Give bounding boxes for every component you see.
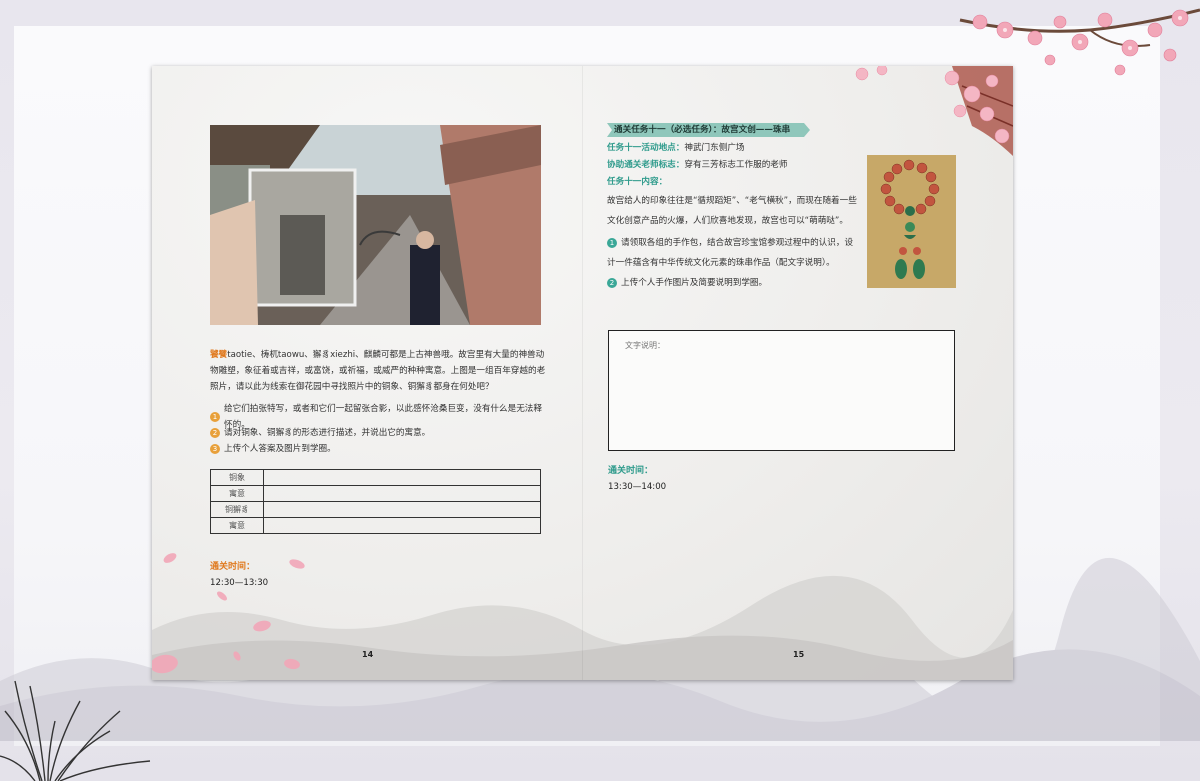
textbox-label: 文字说明： bbox=[625, 341, 665, 350]
table-row: 铜獬豸 bbox=[210, 501, 541, 518]
left-task-text: 上传个人答案及图片到学圈。 bbox=[224, 444, 336, 454]
intro-text: taotie、梼杌taowu、獬豸xiezhi、麒麟可都是上古神兽哦。故宫里有大… bbox=[210, 350, 546, 392]
content-label: 任务十一内容： bbox=[607, 177, 668, 187]
table-row: 寓意 bbox=[210, 517, 541, 534]
page-number-right: 15 bbox=[793, 650, 805, 659]
location-value: 神武门东侧广场 bbox=[684, 143, 745, 153]
right-time-block: 通关时间： 13:30—14:00 bbox=[608, 463, 666, 492]
intro-paragraph: 饕餮taotie、梼杌taowu、獬豸xiezhi、麒麟可都是上古神兽哦。故宫里… bbox=[210, 347, 546, 395]
time-title: 通关时间： bbox=[608, 466, 654, 476]
time-value: 13:30—14:00 bbox=[608, 482, 667, 492]
petal-decoration bbox=[152, 553, 305, 674]
table-row: 寓意 bbox=[210, 485, 541, 502]
task-banner-label-wrap: 通关任务十一（必选任务）：故宫文创——珠串 bbox=[607, 123, 810, 137]
number-badge-icon: 2 bbox=[607, 278, 617, 288]
location-line: 任务十一活动地点：神武门东侧广场 bbox=[607, 140, 857, 157]
teacher-value: 穿有三芳标志工作服的老师 bbox=[684, 160, 788, 170]
brochure-spread: 饕餮taotie、梼杌taowu、獬豸xiezhi、麒麟可都是上古神兽哦。故宫里… bbox=[152, 66, 1013, 680]
book-spine bbox=[582, 66, 583, 680]
task-banner-title: 通关任务十一（必选任务）：故宫文创——珠串 bbox=[614, 125, 791, 135]
number-badge-icon: 1 bbox=[607, 238, 617, 248]
left-task-text: 请对铜象、铜獬豸的形态进行描述，并说出它的寓意。 bbox=[224, 428, 431, 438]
left-task-item: 1 给它们拍张特写，或者和它们一起留张合影，以此感怀沧桑巨变，没有什么是无法释怀… bbox=[210, 404, 550, 430]
left-task-item: 3 上传个人答案及图片到学圈。 bbox=[210, 441, 550, 457]
table-row-label: 寓意 bbox=[210, 485, 264, 502]
number-badge-icon: 1 bbox=[210, 412, 220, 422]
table-row: 铜象 bbox=[210, 469, 541, 486]
left-task-list: 1 给它们拍张特写，或者和它们一起留张合影，以此感怀沧桑巨变，没有什么是无法释怀… bbox=[210, 404, 550, 457]
table-answer-cell[interactable] bbox=[263, 501, 541, 518]
task-details: 任务十一活动地点：神武门东侧广场 协助通关老师标志：穿有三芳标志工作服的老师 任… bbox=[607, 140, 857, 293]
text-description-box[interactable]: 文字说明： bbox=[608, 330, 955, 451]
forbidden-city-photo bbox=[210, 125, 541, 325]
page-number-left: 14 bbox=[362, 650, 374, 659]
answer-table: 铜象 寓意 铜獬豸 寓意 bbox=[210, 469, 541, 534]
ink-grass-decoration bbox=[0, 680, 151, 781]
table-row-label: 铜獬豸 bbox=[210, 501, 264, 518]
right-task-item: 2 上传个人手作图片及简要说明到学圈。 bbox=[607, 273, 857, 293]
number-badge-icon: 2 bbox=[210, 428, 220, 438]
bead-bracelet-photo bbox=[867, 155, 956, 288]
right-task-text: 上传个人手作图片及简要说明到学圈。 bbox=[621, 278, 768, 288]
number-badge-icon: 3 bbox=[210, 444, 220, 454]
location-label: 任务十一活动地点： bbox=[607, 143, 685, 153]
table-answer-cell[interactable] bbox=[263, 485, 541, 502]
table-answer-cell[interactable] bbox=[263, 469, 541, 486]
intro-highlight: 饕餮 bbox=[210, 350, 228, 360]
content-label-line: 任务十一内容： bbox=[607, 174, 857, 191]
table-answer-cell[interactable] bbox=[263, 517, 541, 534]
teacher-label: 协助通关老师标志： bbox=[607, 160, 685, 170]
table-row-label: 铜象 bbox=[210, 469, 264, 486]
table-row-label: 寓意 bbox=[210, 517, 264, 534]
right-task-text: 请领取各组的手作包，结合故宫珍宝馆参观过程中的认识，设计一件蕴含有中华传统文化元… bbox=[607, 238, 854, 268]
teacher-line: 协助通关老师标志：穿有三芳标志工作服的老师 bbox=[607, 157, 857, 174]
right-task-item: 1 请领取各组的手作包，结合故宫珍宝馆参观过程中的认识，设计一件蕴含有中华传统文化… bbox=[607, 233, 857, 273]
content-paragraph: 故宫给人的印象往往是“循规蹈矩”、“老气横秋”，而现在随着一些文化创意产品的火爆… bbox=[607, 196, 857, 226]
